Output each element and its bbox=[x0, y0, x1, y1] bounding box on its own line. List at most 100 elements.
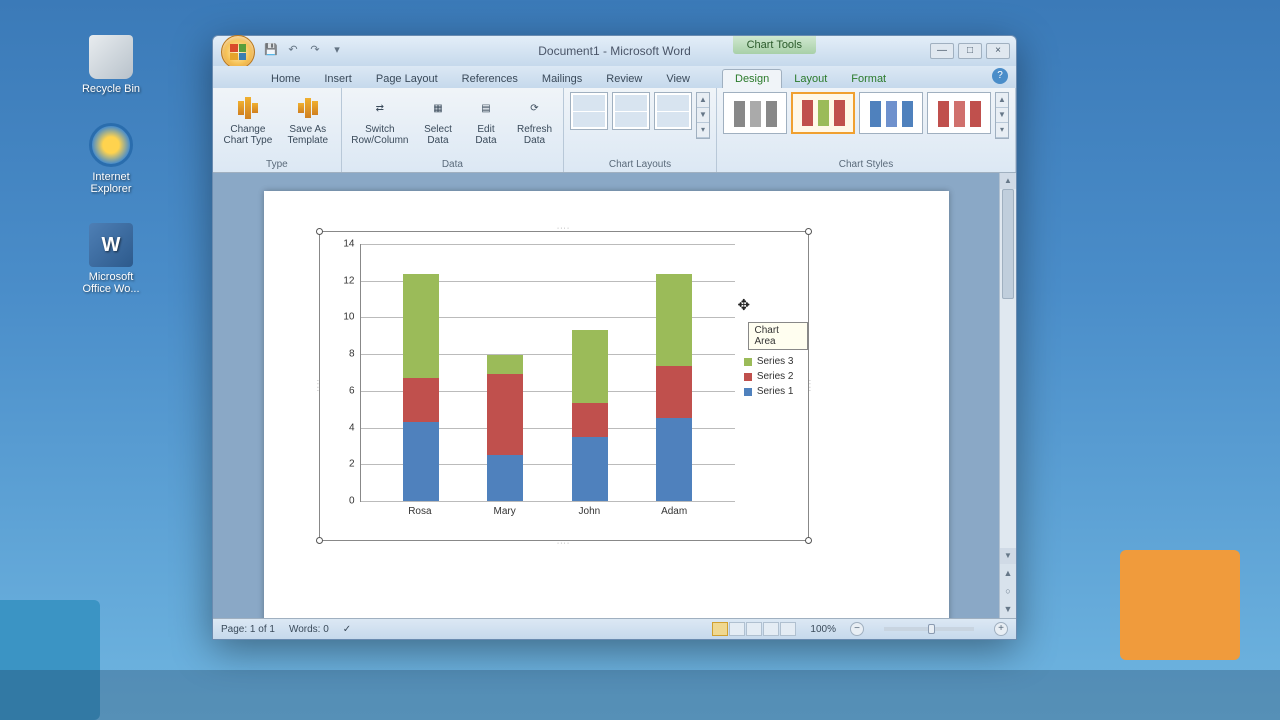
bar-segment[interactable] bbox=[656, 418, 692, 501]
desktop-icon-ie[interactable]: Internet Explorer bbox=[75, 123, 147, 195]
bar-segment[interactable] bbox=[656, 274, 692, 366]
proofing-icon[interactable]: ✓ bbox=[343, 624, 351, 635]
zoom-slider[interactable] bbox=[884, 627, 974, 631]
minimize-button[interactable]: — bbox=[930, 43, 954, 59]
gallery-up-icon[interactable]: ▲ bbox=[996, 93, 1008, 108]
bar-segment[interactable] bbox=[487, 374, 523, 455]
redo-icon[interactable]: ↷ bbox=[307, 43, 323, 59]
bg-decor bbox=[0, 670, 1280, 720]
tab-review[interactable]: Review bbox=[594, 70, 654, 88]
legend-item[interactable]: Series 2 bbox=[744, 371, 794, 382]
tab-mailings[interactable]: Mailings bbox=[530, 70, 594, 88]
bar-segment[interactable] bbox=[572, 330, 608, 404]
gallery-more-icon[interactable]: ▾ bbox=[996, 123, 1008, 138]
save-as-template-button[interactable]: Save As Template bbox=[281, 92, 335, 148]
resize-handle[interactable] bbox=[316, 228, 323, 235]
gallery-down-icon[interactable]: ▼ bbox=[996, 108, 1008, 123]
gallery-down-icon[interactable]: ▼ bbox=[697, 108, 709, 123]
zoom-in-button[interactable]: + bbox=[994, 622, 1008, 636]
tab-page-layout[interactable]: Page Layout bbox=[364, 70, 450, 88]
prev-page-icon[interactable]: ▲ bbox=[1004, 568, 1013, 578]
tab-references[interactable]: References bbox=[450, 70, 530, 88]
quick-access-toolbar: 💾 ↶ ↷ ▾ bbox=[263, 43, 345, 59]
page-indicator[interactable]: Page: 1 of 1 bbox=[221, 624, 275, 635]
scroll-down-icon[interactable]: ▼ bbox=[1000, 548, 1016, 564]
bar-segment[interactable] bbox=[656, 366, 692, 418]
resize-handle[interactable]: ···· bbox=[314, 379, 321, 392]
resize-handle[interactable]: ···· bbox=[557, 540, 570, 547]
change-chart-type-button[interactable]: Change Chart Type bbox=[219, 92, 277, 148]
resize-handle[interactable] bbox=[316, 537, 323, 544]
browse-select-icon[interactable]: ○ bbox=[1005, 586, 1010, 596]
save-icon[interactable]: 💾 bbox=[263, 43, 279, 59]
tab-format[interactable]: Format bbox=[839, 70, 898, 88]
chart-style-thumb[interactable] bbox=[927, 92, 991, 134]
chart-style-thumb[interactable] bbox=[791, 92, 855, 134]
office-button[interactable] bbox=[221, 35, 255, 69]
bar-stack[interactable] bbox=[487, 355, 523, 501]
help-icon[interactable]: ? bbox=[992, 68, 1008, 84]
word-count[interactable]: Words: 0 bbox=[289, 624, 329, 635]
view-print-layout[interactable] bbox=[712, 622, 728, 636]
resize-handle[interactable]: ···· bbox=[557, 225, 570, 232]
gallery-up-icon[interactable]: ▲ bbox=[697, 93, 709, 108]
chart-style-thumb[interactable] bbox=[859, 92, 923, 134]
chart-layout-thumb[interactable] bbox=[612, 92, 650, 130]
maximize-button[interactable]: □ bbox=[958, 43, 982, 59]
legend-item[interactable]: Series 3 bbox=[744, 356, 794, 367]
bar-stack[interactable] bbox=[656, 274, 692, 501]
close-button[interactable]: × bbox=[986, 43, 1010, 59]
desktop-icon-recycle-bin[interactable]: Recycle Bin bbox=[75, 35, 147, 95]
tab-layout[interactable]: Layout bbox=[782, 70, 839, 88]
legend-item[interactable]: Series 1 bbox=[744, 386, 794, 397]
page-container[interactable]: ···· ···· ···· ···· 02468101214 RosaMary… bbox=[213, 173, 999, 618]
bar-segment[interactable] bbox=[403, 274, 439, 377]
x-tick-label: Rosa bbox=[402, 506, 438, 517]
resize-handle[interactable]: ···· bbox=[806, 379, 813, 392]
chart-layout-thumb[interactable] bbox=[570, 92, 608, 130]
view-web-layout[interactable] bbox=[746, 622, 762, 636]
bar-segment[interactable] bbox=[403, 378, 439, 422]
zoom-slider-thumb[interactable] bbox=[928, 624, 935, 634]
select-data-button[interactable]: ▦ Select Data bbox=[416, 92, 460, 148]
bar-segment[interactable] bbox=[487, 355, 523, 373]
resize-handle[interactable] bbox=[805, 228, 812, 235]
scroll-thumb[interactable] bbox=[1002, 189, 1014, 299]
bar-stack[interactable] bbox=[572, 330, 608, 501]
tab-insert[interactable]: Insert bbox=[312, 70, 364, 88]
undo-icon[interactable]: ↶ bbox=[285, 43, 301, 59]
resize-handle[interactable] bbox=[805, 537, 812, 544]
next-page-icon[interactable]: ▼ bbox=[1004, 604, 1013, 614]
tab-home[interactable]: Home bbox=[259, 70, 312, 88]
switch-row-column-button[interactable]: ⇄ Switch Row/Column bbox=[348, 92, 412, 148]
style-gallery-nav: ▲ ▼ ▾ bbox=[995, 92, 1009, 139]
view-outline[interactable] bbox=[763, 622, 779, 636]
plot-area[interactable]: 02468101214 bbox=[360, 244, 735, 502]
x-tick-label: Adam bbox=[656, 506, 692, 517]
tab-design[interactable]: Design bbox=[722, 69, 782, 88]
edit-data-button[interactable]: ▤ Edit Data bbox=[464, 92, 508, 148]
bar-stack[interactable] bbox=[403, 274, 439, 501]
tab-view[interactable]: View bbox=[654, 70, 702, 88]
scroll-track[interactable] bbox=[1000, 189, 1016, 548]
bar-segment[interactable] bbox=[403, 422, 439, 501]
gallery-more-icon[interactable]: ▾ bbox=[697, 123, 709, 138]
bar-segment[interactable] bbox=[572, 437, 608, 502]
chart-object[interactable]: ···· ···· ···· ···· 02468101214 RosaMary… bbox=[319, 231, 809, 541]
zoom-level[interactable]: 100% bbox=[810, 624, 836, 635]
chart-style-thumb[interactable] bbox=[723, 92, 787, 134]
scroll-up-icon[interactable]: ▲ bbox=[1000, 173, 1016, 189]
btn-label: Save As Template bbox=[285, 124, 331, 146]
view-draft[interactable] bbox=[780, 622, 796, 636]
view-full-screen[interactable] bbox=[729, 622, 745, 636]
bar-segment[interactable] bbox=[487, 455, 523, 501]
legend[interactable]: Series 3 Series 2 Series 1 bbox=[744, 352, 794, 401]
chart-layout-thumb[interactable] bbox=[654, 92, 692, 130]
legend-swatch bbox=[744, 373, 752, 381]
desktop-icon-word[interactable]: W Microsoft Office Wo... bbox=[75, 223, 147, 295]
refresh-data-button[interactable]: ⟳ Refresh Data bbox=[512, 92, 557, 148]
qat-dropdown-icon[interactable]: ▾ bbox=[329, 43, 345, 59]
view-buttons bbox=[712, 622, 796, 636]
bar-segment[interactable] bbox=[572, 403, 608, 436]
zoom-out-button[interactable]: − bbox=[850, 622, 864, 636]
